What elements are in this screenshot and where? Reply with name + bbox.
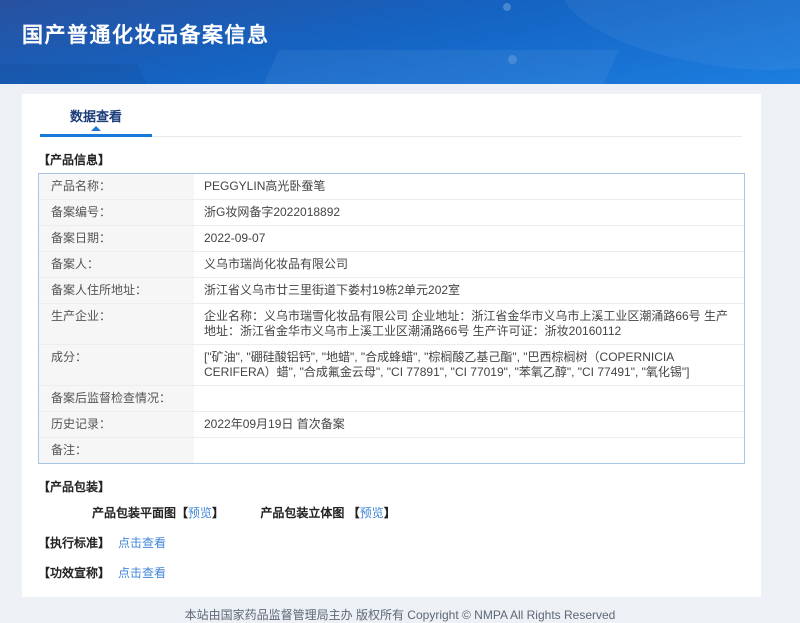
packaging-3d-item: 产品包装立体图 【预览】 (260, 504, 395, 521)
row-label: 备案日期： (39, 226, 194, 251)
bracket-open: 【 (347, 506, 360, 520)
row-value: 2022-09-07 (194, 226, 744, 251)
view-link-efficacy[interactable]: 点击查看 (118, 566, 166, 580)
packaging-links-row: 产品包装平面图【预览】 产品包装立体图 【预览】 (92, 504, 745, 521)
preview-link-3d[interactable]: 预览 (360, 506, 384, 520)
main-content: 【产品信息】 产品名称： PEGGYLIN高光卧蚕笔 备案编号： 浙G妆网备字2… (22, 151, 761, 581)
packaging-flat-item: 产品包装平面图【预览】 (92, 504, 224, 521)
tab-active-pointer-icon (91, 126, 101, 131)
table-row: 备案人： 义乌市瑞尚化妆品有限公司 (39, 252, 744, 278)
table-row: 产品名称： PEGGYLIN高光卧蚕笔 (39, 174, 744, 200)
row-label: 备案编号： (39, 200, 194, 225)
standard-section: 【执行标准】 点击查看 (38, 534, 745, 551)
bracket-close: 】 (383, 506, 396, 520)
row-label: 成分： (39, 345, 194, 385)
row-label: 备案人住所地址： (39, 278, 194, 303)
page-title: 国产普通化妆品备案信息 (22, 24, 270, 47)
efficacy-section: 【功效宣称】 点击查看 (38, 564, 745, 581)
row-label: 产品名称： (39, 174, 194, 199)
packaging-flat-label: 产品包装平面图 (92, 506, 177, 520)
table-row: 历史记录： 2022年09月19日 首次备案 (39, 412, 744, 438)
view-link-standard[interactable]: 点击查看 (118, 536, 166, 550)
footer-text: 本站由国家药品监督管理局主办 版权所有 Copyright © NMPA All… (184, 608, 616, 622)
row-label: 备注： (39, 438, 194, 463)
bracket-close: 】 (212, 506, 225, 520)
table-row: 生产企业： 企业名称：义乌市瑞雪化妆品有限公司 企业地址：浙江省金华市义乌市上溪… (39, 304, 744, 345)
content-card: 数据查看 【产品信息】 产品名称： PEGGYLIN高光卧蚕笔 备案编号： 浙G… (22, 94, 761, 597)
row-label: 备案后监督检查情况： (39, 386, 194, 411)
row-label: 历史记录： (39, 412, 194, 437)
table-row: 备案编号： 浙G妆网备字2022018892 (39, 200, 744, 226)
tab-data-view-label: 数据查看 (69, 109, 122, 124)
row-label: 备案人： (39, 252, 194, 277)
row-value (194, 438, 744, 463)
page-header: 国产普通化妆品备案信息 (0, 0, 800, 84)
table-row: 备案日期： 2022-09-07 (39, 226, 744, 252)
standard-section-title: 【执行标准】 (38, 536, 111, 550)
row-value: 浙江省义乌市廿三里街道下娄村19栋2单元202室 (194, 278, 744, 303)
table-row: 备注： (39, 438, 744, 463)
header-decor-shape (251, 50, 619, 84)
tab-bar: 数据查看 (40, 94, 742, 137)
row-value: 浙G妆网备字2022018892 (194, 200, 744, 225)
packaging-3d-label: 产品包装立体图 (260, 506, 348, 520)
tab-data-view[interactable]: 数据查看 (40, 106, 152, 137)
header-decor-shape (0, 64, 164, 84)
table-row: 备案后监督检查情况： (39, 386, 744, 412)
packaging-section-title: 【产品包装】 (38, 480, 111, 494)
efficacy-section-title: 【功效宣称】 (38, 566, 111, 580)
bracket-open: 【 (176, 506, 189, 520)
table-row: 成分： ["矿油", "硼硅酸铝钙", "地蜡", "合成蜂蜡", "棕榈酸乙基… (39, 345, 744, 386)
row-value (194, 386, 744, 411)
row-value: ["矿油", "硼硅酸铝钙", "地蜡", "合成蜂蜡", "棕榈酸乙基己酯",… (194, 345, 744, 385)
preview-link-flat[interactable]: 预览 (188, 506, 212, 520)
row-label: 生产企业： (39, 304, 194, 344)
table-row: 备案人住所地址： 浙江省义乌市廿三里街道下娄村19栋2单元202室 (39, 278, 744, 304)
row-value: PEGGYLIN高光卧蚕笔 (194, 174, 744, 199)
header-decor-dot (508, 55, 517, 64)
product-info-section-title: 【产品信息】 (38, 153, 111, 167)
row-value: 2022年09月19日 首次备案 (194, 412, 744, 437)
row-value: 义乌市瑞尚化妆品有限公司 (194, 252, 744, 277)
product-info-table: 产品名称： PEGGYLIN高光卧蚕笔 备案编号： 浙G妆网备字20220188… (38, 173, 745, 464)
row-value: 企业名称：义乌市瑞雪化妆品有限公司 企业地址：浙江省金华市义乌市上溪工业区潮涌路… (194, 304, 744, 344)
